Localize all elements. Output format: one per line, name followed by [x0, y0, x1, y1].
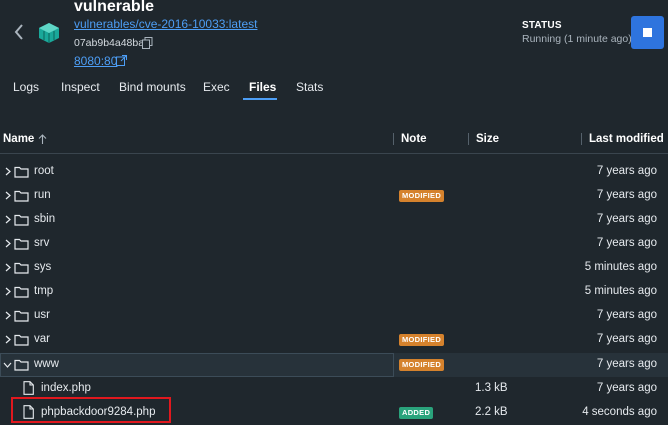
table-row[interactable]: var MODIFIED 7 years ago: [0, 328, 668, 352]
column-size[interactable]: Size: [476, 133, 499, 145]
folder-open-icon: [14, 359, 29, 371]
row-name: sys: [34, 261, 52, 273]
added-badge: ADDED: [399, 407, 434, 419]
row-modified: 7 years ago: [596, 165, 657, 177]
chevron-right-icon[interactable]: [5, 191, 11, 200]
tab-bar: Logs Inspect Bind mounts Exec Files Stat…: [0, 72, 668, 104]
tab-logs[interactable]: Logs: [13, 80, 39, 94]
tab-exec[interactable]: Exec: [203, 80, 230, 94]
row-size: 2.2 kB: [475, 406, 508, 418]
chevron-down-icon[interactable]: [3, 362, 12, 368]
file-icon: [23, 381, 34, 395]
folder-icon: [14, 190, 29, 202]
table-row[interactable]: root 7 years ago: [0, 160, 668, 184]
row-name: srv: [34, 237, 50, 249]
external-link-icon[interactable]: [116, 55, 127, 66]
row-name: index.php: [41, 382, 91, 394]
chevron-right-icon[interactable]: [5, 263, 11, 272]
tab-inspect[interactable]: Inspect: [61, 80, 100, 94]
row-modified: 7 years ago: [596, 213, 657, 225]
row-name: root: [34, 165, 54, 177]
folder-icon: [14, 238, 29, 250]
container-title: vulnerable: [74, 0, 155, 15]
row-modified: 5 minutes ago: [584, 285, 657, 297]
folder-icon: [14, 166, 29, 178]
modified-badge: MODIFIED: [399, 334, 445, 346]
highlight-box: [11, 397, 171, 423]
row-modified: 7 years ago: [596, 189, 657, 201]
folder-icon: [14, 310, 29, 322]
column-divider[interactable]: [581, 133, 582, 145]
row-name: www: [34, 358, 59, 370]
modified-badge: MODIFIED: [399, 190, 445, 202]
row-modified: 7 years ago: [596, 333, 657, 345]
table-row[interactable]: usr 7 years ago: [0, 304, 668, 328]
row-name: var: [34, 333, 50, 345]
chevron-right-icon[interactable]: [5, 287, 11, 296]
back-arrow-icon[interactable]: [12, 22, 26, 42]
column-last-modified[interactable]: Last modified: [589, 133, 664, 145]
tab-bind-mounts[interactable]: Bind mounts: [119, 80, 186, 94]
modified-badge: MODIFIED: [399, 359, 445, 371]
column-note[interactable]: Note: [401, 133, 427, 145]
active-tab-indicator: [243, 98, 277, 100]
chevron-right-icon[interactable]: [5, 215, 11, 224]
status-text: Running (1 minute ago): [522, 33, 632, 45]
container-id: 07ab9b4a48ba: [74, 37, 145, 49]
chevron-right-icon[interactable]: [5, 335, 11, 344]
table-row[interactable]: sbin 7 years ago: [0, 208, 668, 232]
row-modified: 7 years ago: [596, 309, 657, 321]
row-name: sbin: [34, 213, 56, 225]
stop-icon: [643, 28, 652, 37]
chevron-right-icon[interactable]: [5, 239, 11, 248]
folder-icon: [14, 334, 29, 346]
sort-ascending-icon[interactable]: [38, 134, 47, 145]
table-row[interactable]: sys 5 minutes ago: [0, 256, 668, 280]
folder-icon: [14, 262, 29, 274]
row-modified: 7 years ago: [596, 358, 657, 370]
tab-stats[interactable]: Stats: [296, 80, 323, 94]
image-link[interactable]: vulnerables/cve-2016-10033:latest: [74, 17, 257, 31]
port-link[interactable]: 8080:80: [74, 54, 117, 68]
row-size: 1.3 kB: [475, 382, 508, 394]
column-divider[interactable]: [468, 133, 469, 145]
table-row-selected[interactable]: www MODIFIED 7 years ago: [0, 353, 668, 377]
row-modified: 7 years ago: [596, 237, 657, 249]
row-modified: 5 minutes ago: [584, 261, 657, 273]
column-name[interactable]: Name: [3, 133, 34, 145]
chevron-right-icon[interactable]: [5, 311, 11, 320]
folder-icon: [14, 286, 29, 298]
column-divider[interactable]: [393, 133, 394, 145]
stop-button[interactable]: [631, 16, 664, 49]
row-name: run: [34, 189, 51, 201]
copy-icon[interactable]: [142, 37, 153, 49]
row-modified: 4 seconds ago: [582, 406, 657, 418]
tab-files[interactable]: Files: [249, 80, 276, 94]
row-modified: 7 years ago: [596, 382, 657, 394]
row-name: tmp: [34, 285, 54, 297]
row-name: usr: [34, 309, 50, 321]
table-row[interactable]: run MODIFIED 7 years ago: [0, 184, 668, 208]
status-label: STATUS: [522, 20, 562, 31]
table-header: Name Note Size Last modified: [0, 127, 668, 154]
container-header: vulnerable vulnerables/cve-2016-10033:la…: [0, 0, 668, 70]
chevron-right-icon[interactable]: [5, 167, 11, 176]
folder-icon: [14, 214, 29, 226]
container-icon: [39, 23, 59, 43]
table-row[interactable]: tmp 5 minutes ago: [0, 280, 668, 304]
table-row[interactable]: srv 7 years ago: [0, 232, 668, 256]
